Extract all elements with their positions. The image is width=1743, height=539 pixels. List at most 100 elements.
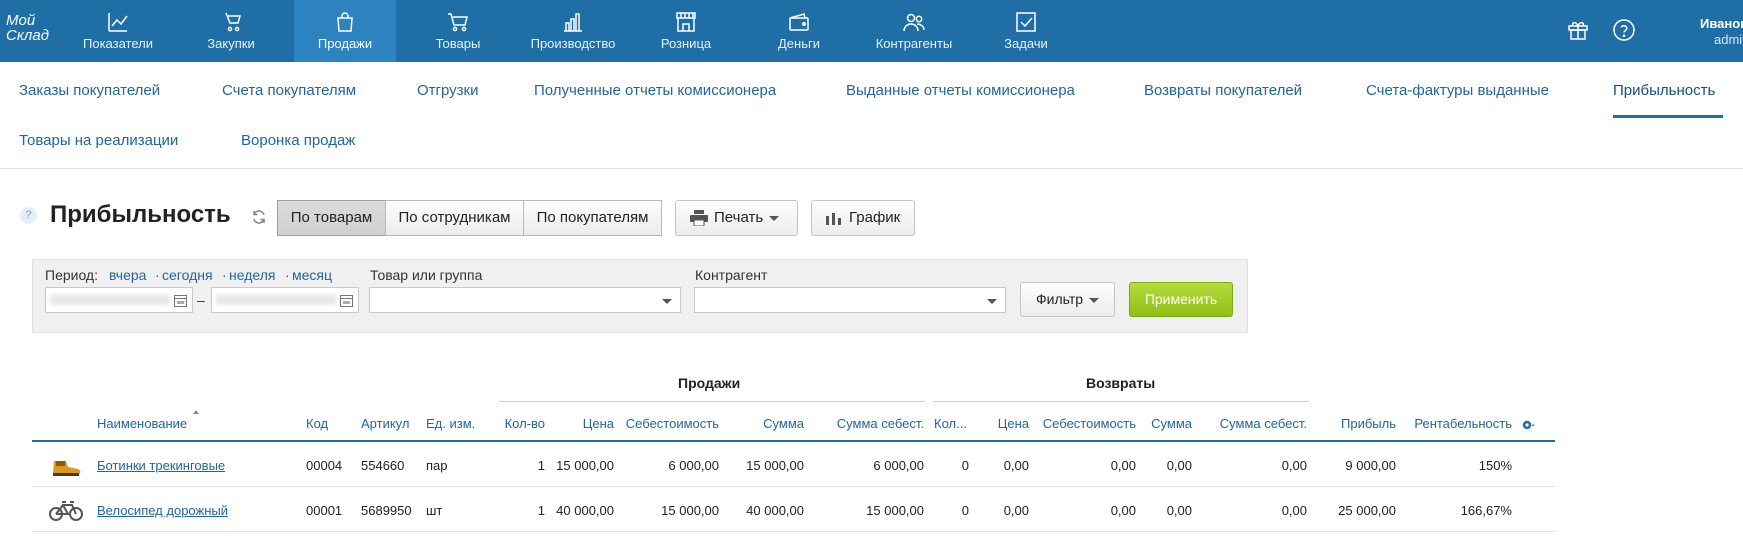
filter-caret-icon	[1089, 297, 1100, 303]
row-divider	[32, 486, 1555, 487]
segment-by-customers[interactable]: По покупателям	[523, 200, 662, 236]
col-article[interactable]: Артикул	[361, 416, 409, 431]
top-navigation: Мой Склад Показатели Закупки Продажи Тов…	[0, 0, 1743, 62]
question-icon[interactable]: ?	[20, 207, 37, 224]
row-1-name[interactable]: Ботинки трекинговые	[97, 458, 225, 473]
chevron-down-icon	[662, 299, 672, 304]
col-sales-cost-sum[interactable]: Сумма себест.	[820, 416, 924, 431]
period-yesterday-link[interactable]: вчера	[109, 267, 146, 283]
period-separator: ·	[285, 267, 290, 283]
col-code[interactable]: Код	[306, 416, 328, 431]
row-2-returns-cost-sum: 0,00	[1281, 503, 1307, 518]
nav-item-purchases[interactable]: Закупки	[185, 0, 277, 62]
basket-icon	[225, 12, 241, 32]
nav-item-counterparties[interactable]: Контрагенты	[864, 0, 964, 62]
row-2-sales-cost: 15 000,00	[661, 503, 719, 518]
subnav-issued-invoices[interactable]: Счета-фактуры выданные	[1366, 82, 1549, 99]
nav-item-money[interactable]: Деньги	[753, 0, 845, 62]
col-profit[interactable]: Прибыль	[1320, 416, 1396, 431]
subnav-customer-invoices[interactable]: Счета покупателям	[222, 82, 356, 99]
row-1-unit: пар	[426, 458, 448, 473]
calendar-icon[interactable]	[174, 294, 187, 307]
page-title: Прибыльность	[50, 201, 231, 228]
chart-line-icon	[108, 13, 128, 32]
group-underline-returns	[933, 401, 1309, 402]
subnav-issued-commission-reports[interactable]: Выданные отчеты комиссионера	[846, 82, 1075, 99]
nav-item-tasks[interactable]: Задачи	[980, 0, 1072, 62]
col-margin[interactable]: Рентабельность	[1406, 416, 1512, 431]
bag-icon	[337, 12, 353, 32]
subnav-profitability[interactable]: Прибыльность	[1613, 82, 1715, 99]
nav-item-products[interactable]: Товары	[412, 0, 504, 62]
logo-line1: Мой	[6, 12, 36, 29]
wallet-icon	[789, 13, 809, 31]
row-1-returns-cost-sum: 0,00	[1281, 458, 1307, 473]
row-2-returns-price: 0,00	[1003, 503, 1029, 518]
logo[interactable]: Мой Склад	[6, 13, 66, 49]
gift-icon[interactable]	[1566, 18, 1590, 42]
subnav-consignment-goods[interactable]: Товары на реализации	[19, 132, 178, 149]
user-menu[interactable]: Иванов admin	[1700, 16, 1743, 48]
period-week-link[interactable]: неделя	[229, 267, 275, 283]
row-1-code: 00004	[306, 458, 343, 473]
nav-item-production[interactable]: Производство	[522, 0, 624, 62]
people-icon	[903, 13, 925, 32]
col-returns-cost[interactable]: Себестоимость	[1035, 416, 1136, 431]
period-month-link[interactable]: месяц	[292, 267, 332, 283]
segment-by-employees[interactable]: По сотрудникам	[385, 200, 524, 236]
date-to-input[interactable]	[211, 287, 359, 313]
col-name[interactable]: Наименование	[97, 416, 187, 431]
row-divider	[32, 531, 1555, 532]
apply-button[interactable]: Применить	[1129, 282, 1233, 317]
gear-icon[interactable]	[1521, 418, 1535, 432]
row-2-sales-sum: 40 000,00	[746, 503, 804, 518]
col-returns-cost-sum[interactable]: Сумма себест.	[1205, 416, 1307, 431]
period-separator: ·	[222, 267, 227, 283]
nav-item-indicators[interactable]: Показатели	[72, 0, 164, 62]
period-separator: ·	[155, 267, 160, 283]
cart-icon	[448, 13, 468, 32]
print-button[interactable]: Печать	[675, 200, 798, 236]
segment-by-products[interactable]: По товарам	[277, 200, 386, 236]
col-sales-sum[interactable]: Сумма	[735, 416, 804, 431]
row-1-returns-qty: 0	[961, 458, 969, 473]
row-2-sales-price: 40 000,00	[556, 503, 614, 518]
bicycle-icon	[49, 501, 83, 521]
row-2-name[interactable]: Велосипед дорожный	[97, 503, 228, 518]
nav-item-retail[interactable]: Розница	[640, 0, 732, 62]
subnav-customer-orders[interactable]: Заказы покупателей	[19, 82, 160, 99]
subnav-customer-returns[interactable]: Возвраты покупателей	[1144, 82, 1302, 99]
counterparty-select[interactable]	[694, 287, 1006, 313]
subnav-received-commission-reports[interactable]: Полученные отчеты комиссионера	[534, 82, 776, 99]
col-returns-price[interactable]: Цена	[980, 416, 1029, 431]
col-sales-cost[interactable]: Себестоимость	[620, 416, 719, 431]
product-group-select[interactable]	[369, 287, 681, 313]
boots-icon	[53, 461, 81, 476]
subnav-sales-funnel[interactable]: Воронка продаж	[241, 132, 355, 149]
filter-button[interactable]: Фильтр	[1020, 282, 1115, 317]
period-today-link[interactable]: сегодня	[162, 267, 213, 283]
active-tab-indicator	[1613, 115, 1723, 118]
nav-item-sales[interactable]: Продажи	[294, 0, 396, 62]
row-2-code: 00001	[306, 503, 343, 518]
col-unit[interactable]: Ед. изм.	[426, 416, 475, 431]
chart-label: График	[849, 209, 901, 226]
col-returns-sum[interactable]: Сумма	[1145, 416, 1192, 431]
help-icon[interactable]	[1612, 18, 1636, 42]
checkbox-icon	[1016, 12, 1036, 32]
chart-button[interactable]: График	[811, 200, 915, 236]
row-1-sales-sum: 15 000,00	[746, 458, 804, 473]
col-sales-qty[interactable]: Кол-во	[499, 416, 545, 431]
col-returns-qty[interactable]: Кол...	[934, 416, 967, 431]
group-header-returns: Возвраты	[1086, 375, 1156, 391]
logo-line2: Склад	[6, 27, 50, 44]
row-2-returns-cost: 0,00	[1110, 503, 1136, 518]
date-from-input[interactable]	[45, 287, 193, 313]
subnav-shipments[interactable]: Отгрузки	[417, 82, 479, 99]
calendar-icon[interactable]	[340, 294, 353, 307]
table-header-line	[32, 440, 1555, 442]
col-sales-price[interactable]: Цена	[560, 416, 614, 431]
counterparty-label: Контрагент	[695, 267, 768, 283]
row-1-returns-price: 0,00	[1003, 458, 1029, 473]
refresh-icon[interactable]	[251, 209, 267, 225]
